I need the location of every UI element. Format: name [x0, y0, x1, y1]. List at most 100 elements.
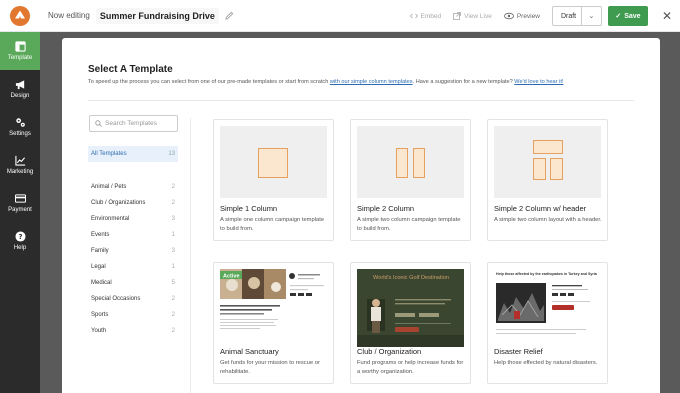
template-thumbnail: Active [220, 269, 327, 347]
sidebar-item-payment[interactable]: Payment [0, 184, 40, 222]
category-label: Events [91, 232, 110, 238]
category-list: All Templates 13 Animal / Pets 2 Club / O… [88, 146, 178, 339]
category-label: Club / Organizations [91, 200, 146, 206]
embed-label: Embed [420, 12, 442, 20]
category-item[interactable]: Medical 5 [88, 275, 178, 291]
category-count: 3 [171, 248, 175, 254]
svg-text:?: ? [18, 233, 22, 241]
column-placeholder [533, 158, 546, 180]
category-item[interactable]: Special Occasions 2 [88, 291, 178, 307]
category-label: Youth [91, 328, 107, 334]
column-placeholder [413, 148, 425, 178]
template-icon [14, 41, 26, 52]
template-card-animal-sanctuary[interactable]: Active Animal Sanctuary Get funds for yo… [213, 262, 334, 384]
modal-description: To speed up the process you can select f… [88, 79, 563, 85]
template-title: Simple 2 Column [357, 204, 415, 213]
template-card-club-organization[interactable]: World's Iconic Golf Destination Club / O… [350, 262, 471, 384]
sidebar: Template Design Settings Marketing Payme… [0, 32, 40, 393]
campaign-name-field[interactable]: Summer Fundraising Drive [95, 7, 219, 24]
template-thumbnail: Help those affected by the earthquakes i… [494, 269, 601, 347]
preview-link[interactable]: Preview [503, 12, 540, 20]
top-bar: Now editing Summer Fundraising Drive Emb… [0, 0, 680, 32]
template-card-simple-2-column[interactable]: Simple 2 Column A simple two column camp… [350, 119, 471, 241]
category-count: 5 [171, 280, 175, 286]
category-label: Medical [91, 280, 112, 286]
category-label: Legal [91, 264, 106, 270]
template-title: Simple 1 Column [220, 204, 278, 213]
category-item[interactable]: Club / Organizations 2 [88, 195, 178, 211]
preview-label: Preview [516, 12, 540, 20]
template-description: A simple one column campaign template to… [220, 217, 325, 233]
credit-card-icon [14, 194, 26, 203]
status-select[interactable]: Draft ⌄ [551, 6, 602, 26]
megaphone-icon [15, 80, 24, 90]
header-placeholder [533, 140, 563, 154]
category-item[interactable]: Sports 2 [88, 307, 178, 323]
template-title: Club / Organization [357, 347, 422, 356]
template-title: Animal Sanctuary [220, 347, 279, 356]
category-label: All Templates [91, 151, 127, 157]
chart-icon [14, 155, 25, 166]
template-modal: Select A Template To speed up the proces… [62, 38, 660, 393]
check-icon: ✓ [615, 13, 622, 20]
template-card-simple-1-column[interactable]: Simple 1 Column A simple one column camp… [213, 119, 334, 241]
eye-icon [503, 12, 514, 20]
column-placeholder [258, 148, 288, 178]
category-item[interactable]: Family 3 [88, 243, 178, 259]
category-count: 2 [171, 184, 175, 190]
category-label: Animal / Pets [91, 184, 127, 190]
sidebar-item-label: Design [10, 93, 30, 99]
template-title: Disaster Relief [494, 347, 543, 356]
view-live-link[interactable]: View Live [453, 12, 492, 20]
active-badge: Active [223, 273, 240, 279]
app-logo[interactable] [0, 0, 40, 32]
desc-mid: . Have a suggestion for a new template? [412, 79, 515, 85]
category-item[interactable]: Environmental 3 [88, 211, 178, 227]
sidebar-item-label: Payment [8, 207, 32, 213]
disaster-relief-preview: Help those affected by the earthquakes i… [494, 269, 601, 347]
pencil-icon[interactable] [225, 11, 235, 21]
desc-prefix: To speed up the process you can select f… [88, 79, 330, 85]
template-thumbnail: World's Iconic Golf Destination [357, 269, 464, 347]
category-item[interactable]: Animal / Pets 2 [88, 179, 178, 195]
search-input[interactable]: Search Templates [89, 115, 178, 132]
sidebar-item-label: Settings [9, 131, 31, 137]
status-value: Draft [560, 12, 577, 20]
close-icon[interactable]: ✕ [662, 9, 672, 23]
category-item[interactable]: Legal 1 [88, 259, 178, 275]
category-item[interactable]: Youth 2 [88, 323, 178, 339]
category-item[interactable]: Events 1 [88, 227, 178, 243]
sidebar-item-help[interactable]: ? Help [0, 222, 40, 260]
view-live-label: View Live [464, 12, 492, 20]
modal-title: Select A Template [88, 64, 173, 75]
sidebar-item-label: Template [7, 55, 33, 61]
simple-templates-link[interactable]: with our simple column templates [330, 79, 413, 85]
category-all-templates[interactable]: All Templates 13 [88, 146, 178, 162]
search-icon [95, 120, 102, 127]
sidebar-item-label: Marketing [6, 169, 34, 175]
template-thumbnail [220, 126, 327, 198]
save-button[interactable]: ✓ Save [607, 6, 648, 26]
sidebar-item-label: Help [13, 245, 27, 251]
animal-sanctuary-preview: Active [220, 269, 324, 329]
category-count: 2 [171, 312, 175, 318]
sidebar-item-settings[interactable]: Settings [0, 108, 40, 146]
gears-icon [15, 118, 25, 127]
external-link-icon [453, 12, 462, 20]
template-description: Help those effected by natural disasters… [494, 360, 598, 366]
thumb-title: Help those affected by the earthquakes i… [496, 272, 598, 276]
template-thumbnail [494, 126, 601, 198]
template-card-disaster-relief[interactable]: Help those affected by the earthquakes i… [487, 262, 608, 384]
code-icon [409, 13, 418, 19]
template-description: Get funds for your mission to rescue or … [220, 360, 320, 376]
category-label: Special Occasions [91, 296, 141, 302]
template-card-simple-2-column-header[interactable]: Simple 2 Column w/ header A simple two c… [487, 119, 608, 241]
template-description: Fund programs or help increase funds for… [357, 360, 464, 376]
suggestion-link[interactable]: We'd love to hear it! [514, 79, 563, 85]
sidebar-item-design[interactable]: Design [0, 70, 40, 108]
embed-link[interactable]: Embed [409, 12, 442, 20]
sidebar-item-template[interactable]: Template [0, 32, 40, 70]
template-description: A simple two column campaign template to… [357, 217, 461, 233]
save-label: Save [624, 12, 641, 20]
sidebar-item-marketing[interactable]: Marketing [0, 146, 40, 184]
